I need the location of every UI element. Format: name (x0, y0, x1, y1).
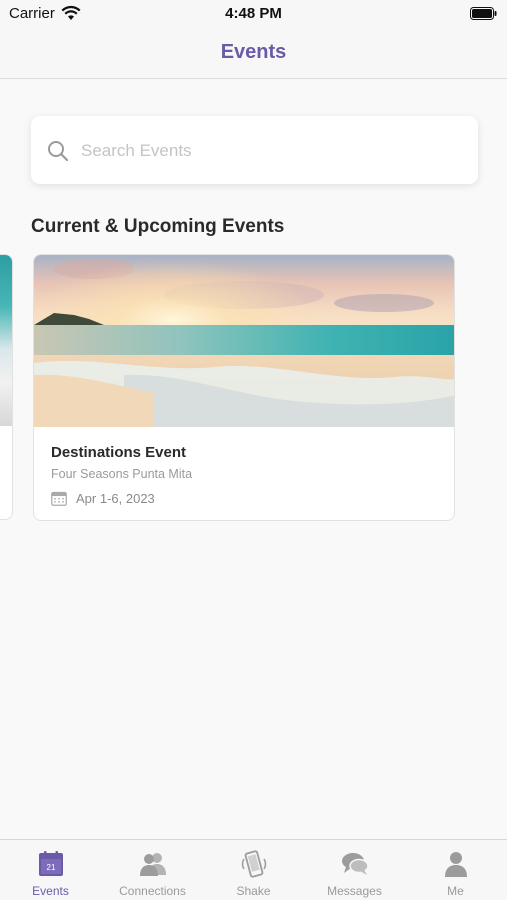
connections-icon (139, 853, 166, 876)
calendar-icon (51, 491, 67, 506)
search-placeholder: Search Events (81, 141, 192, 160)
page-title: Events (220, 41, 287, 63)
status-bar: Carrier 4:48 PM (0, 0, 507, 28)
event-image (0, 255, 12, 426)
navigation-bar: Events (0, 28, 507, 79)
section-title: Current & Upcoming Events (31, 216, 285, 237)
person-icon (444, 852, 467, 877)
clock: 4:48 PM (225, 5, 282, 22)
search-input[interactable]: Search Events (31, 116, 478, 184)
tab-events[interactable]: 21 Events (0, 840, 101, 900)
events-screen: Carrier 4:48 PM Events Search Events Cur… (0, 0, 507, 900)
tab-bar: 21 Events Connections Shake Messages Me (0, 839, 507, 900)
shake-phone-icon (241, 850, 266, 878)
tab-label-messages: Messages (327, 884, 382, 898)
tab-me[interactable]: Me (405, 840, 506, 900)
search-icon (48, 141, 69, 162)
event-title: Destinations Event (51, 444, 187, 461)
tab-label-me: Me (447, 884, 464, 898)
battery-icon (470, 7, 497, 20)
event-card[interactable]: Destinations Event Four Seasons Punta Mi… (33, 254, 455, 521)
event-venue: Four Seasons Punta Mita (51, 467, 193, 481)
event-image (34, 255, 454, 427)
calendar-day-number: 21 (46, 863, 55, 872)
tab-label-connections: Connections (119, 884, 186, 898)
calendar-icon: 21 (38, 851, 63, 876)
previous-event-card[interactable] (0, 254, 13, 520)
messages-icon (341, 853, 369, 875)
tab-shake[interactable]: Shake (203, 840, 304, 900)
tab-connections[interactable]: Connections (102, 840, 203, 900)
tab-label-events: Events (32, 884, 69, 898)
event-dates: Apr 1-6, 2023 (76, 491, 155, 506)
tab-messages[interactable]: Messages (304, 840, 405, 900)
tab-label-shake: Shake (236, 884, 271, 898)
